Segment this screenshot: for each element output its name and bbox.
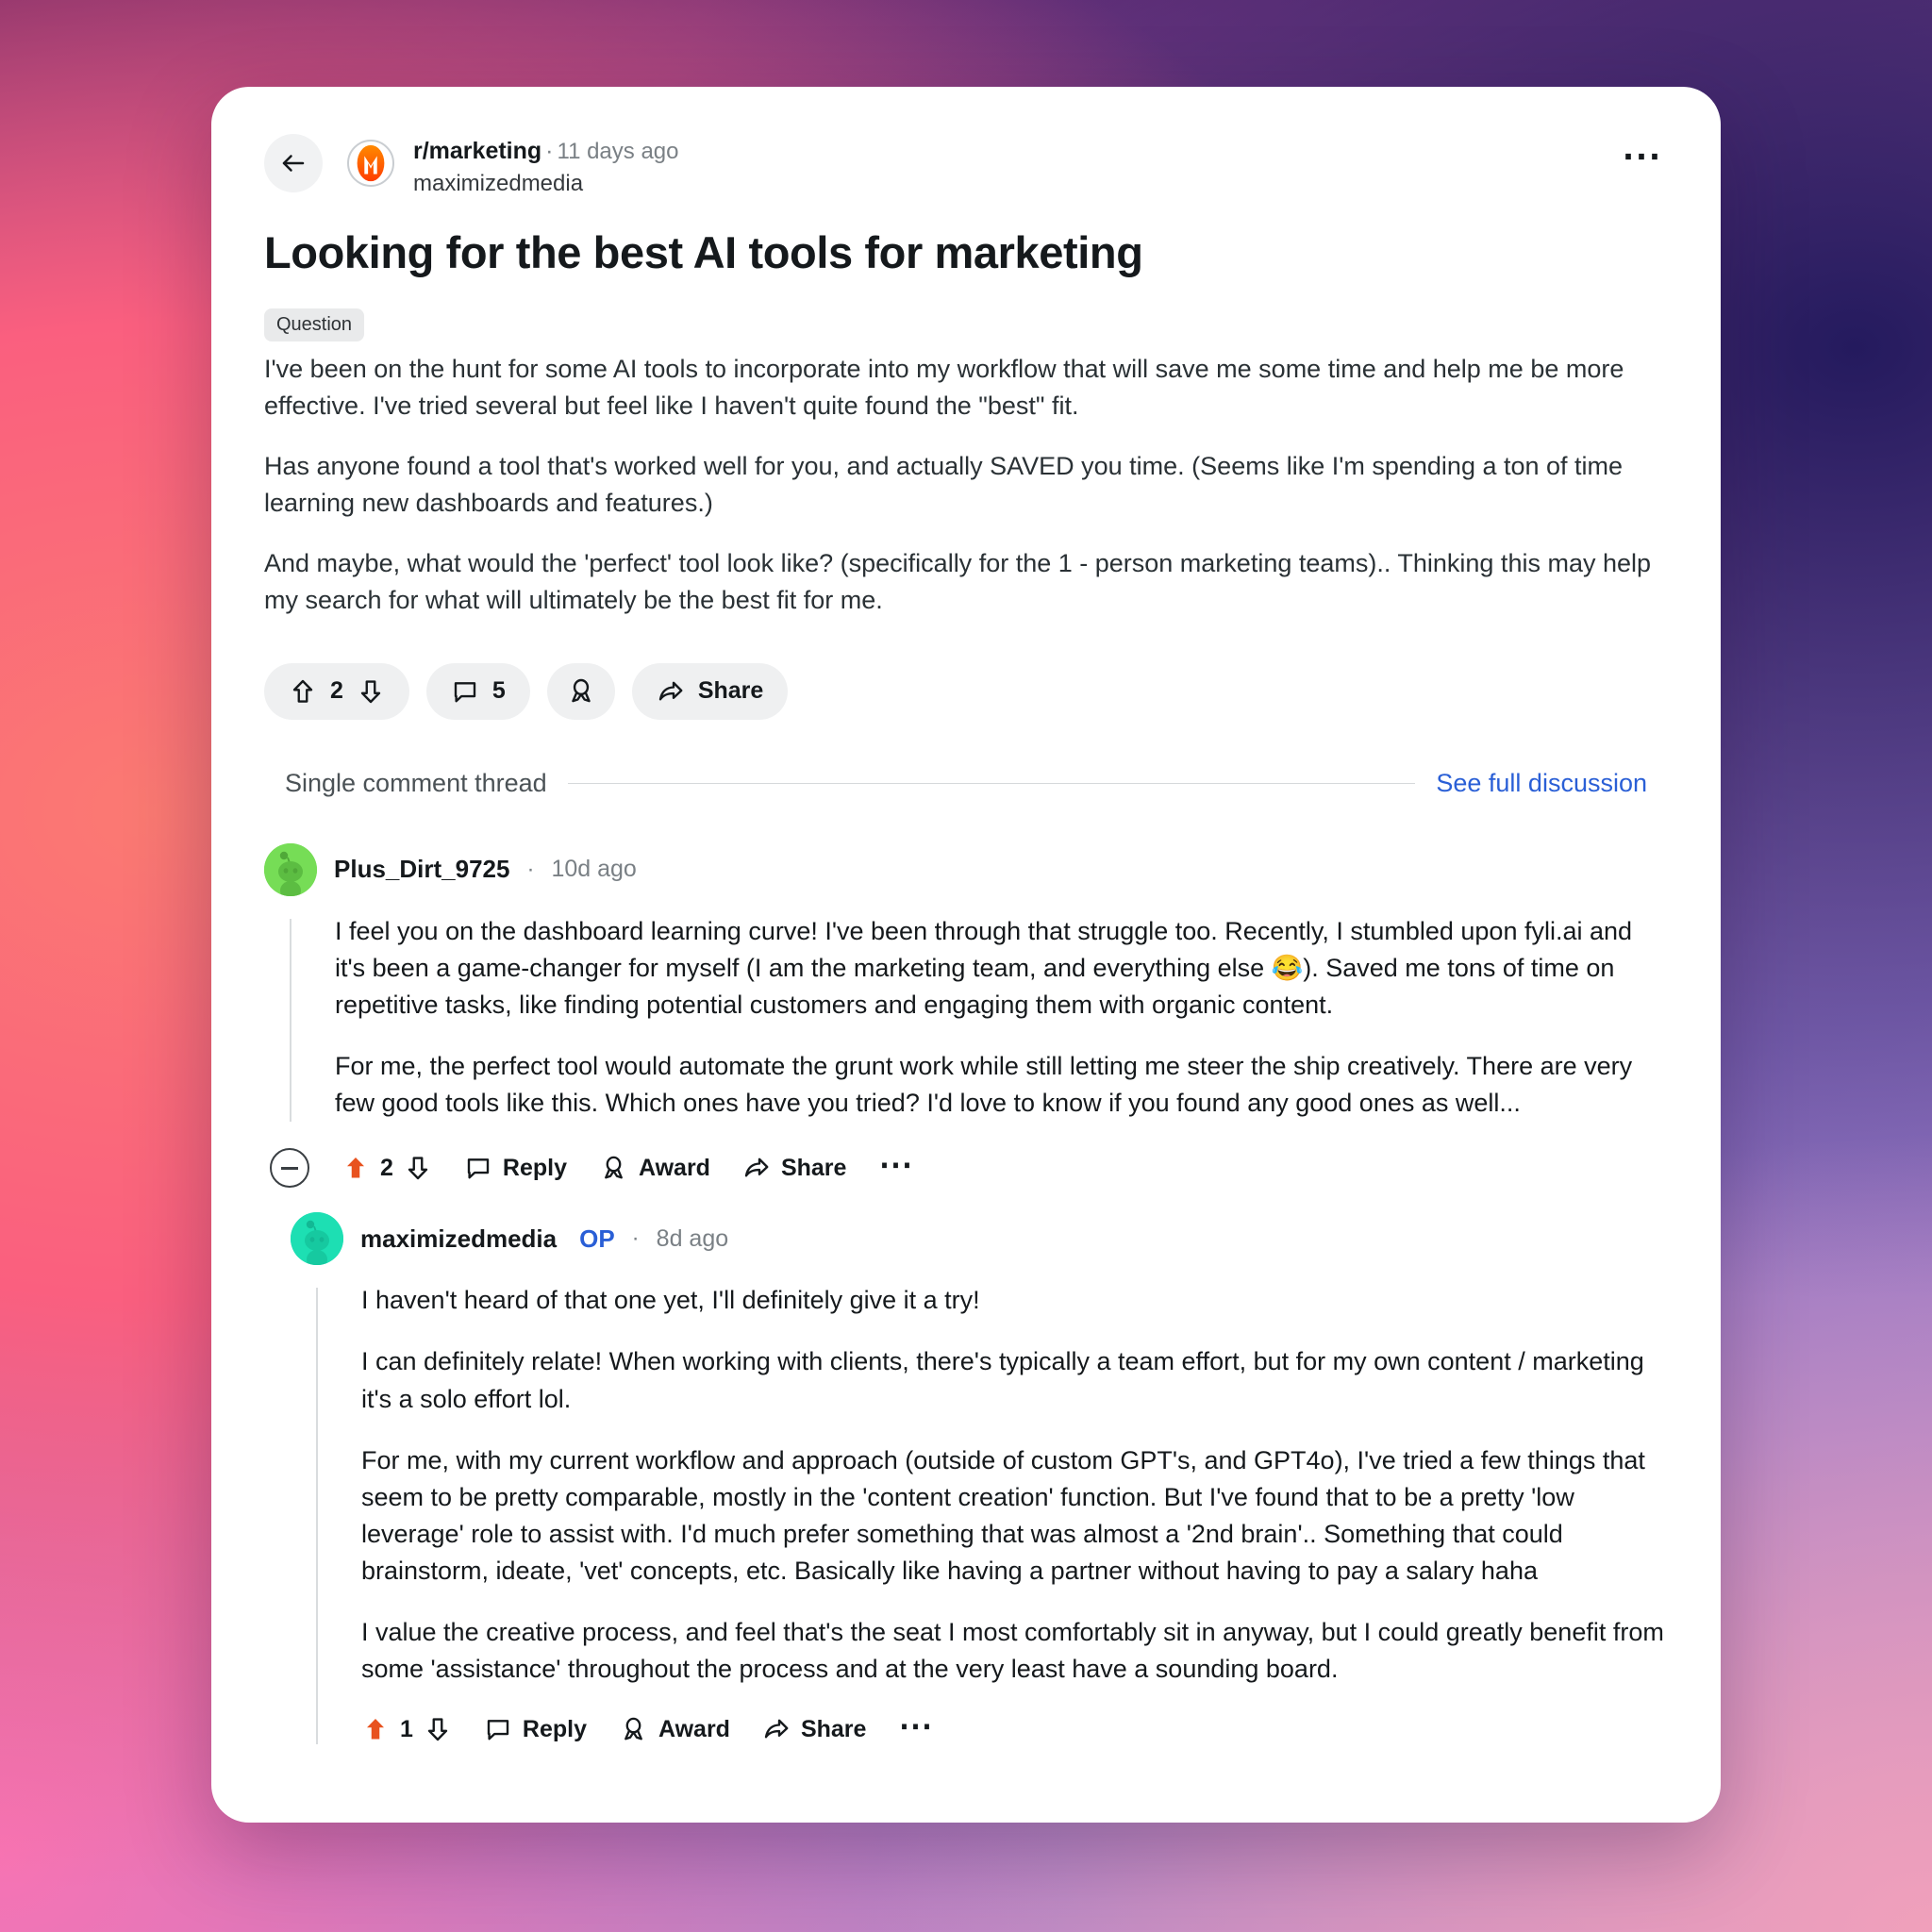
- comment-vote-group[interactable]: 2: [341, 1154, 432, 1182]
- reply-paragraph: I haven't heard of that one yet, I'll de…: [361, 1286, 980, 1315]
- post-title: Looking for the best AI tools for market…: [264, 226, 1143, 277]
- reddit-snoo-avatar-teal: [291, 1212, 343, 1266]
- comment-list: Plus_Dirt_9725 · 10d ago I feel you on t…: [264, 842, 1668, 1744]
- comment-reply-button[interactable]: Reply: [464, 1154, 567, 1182]
- thread-divider-line: [567, 782, 1416, 784]
- reply-paragraph: I can definitely relate! When working wi…: [361, 1347, 1644, 1413]
- comment-body: I feel you on the dashboard learning cur…: [335, 913, 1668, 1123]
- back-button[interactable]: [264, 134, 323, 192]
- reply-award-label: Award: [658, 1715, 730, 1742]
- share-arrow-icon: [764, 1719, 789, 1739]
- meta-separator: ·: [545, 138, 554, 164]
- comment-item: maximizedmedia OP · 8d ago I haven't hea…: [264, 1212, 1668, 1744]
- comment-action-bar: 2 Reply Award Share ⋯: [270, 1146, 1668, 1189]
- post-overflow-menu-button[interactable]: ⋯: [1622, 136, 1664, 175]
- post-comment-count: 5: [491, 677, 506, 705]
- post-paragraph: And maybe, what would the 'perfect' tool…: [264, 549, 1652, 615]
- comment-share-button[interactable]: Share: [742, 1154, 846, 1182]
- comment-reply-label: Reply: [502, 1154, 567, 1181]
- post-body: I've been on the hunt for some AI tools …: [264, 351, 1668, 620]
- comment-avatar[interactable]: [264, 842, 317, 896]
- post-action-bar: 2 5 Share: [264, 662, 1668, 720]
- comment-share-label: Share: [780, 1154, 847, 1181]
- post-award-button[interactable]: [546, 662, 615, 720]
- comment-author[interactable]: Plus_Dirt_9725: [334, 855, 509, 884]
- comment-avatar[interactable]: [291, 1212, 343, 1266]
- award-medal-icon: [625, 1717, 642, 1740]
- upvote-arrow-filled-icon[interactable]: [361, 1715, 390, 1743]
- comment-bubble-icon: [467, 1158, 490, 1179]
- comment-age: 10d ago: [551, 856, 637, 883]
- share-arrow-icon: [658, 681, 683, 700]
- reply-vote-count: 1: [400, 1715, 413, 1742]
- thread-label: Single comment thread: [285, 768, 547, 797]
- comment-award-button[interactable]: Award: [599, 1154, 710, 1183]
- reply-body: I haven't heard of that one yet, I'll de…: [361, 1282, 1668, 1688]
- post-age: 11 days ago: [557, 139, 679, 164]
- upvote-arrow-icon[interactable]: [289, 677, 317, 706]
- comment-meta-separator: ·: [526, 856, 535, 882]
- reply-share-button[interactable]: Share: [762, 1715, 866, 1743]
- comment-bubble-icon: [454, 681, 476, 702]
- collapse-thread-button[interactable]: [270, 1148, 309, 1189]
- op-badge: OP: [579, 1224, 615, 1253]
- reply-age: 8d ago: [656, 1224, 729, 1252]
- reply-author[interactable]: maximizedmedia: [360, 1224, 557, 1254]
- reply-overflow-menu-button[interactable]: ⋯: [898, 1707, 934, 1742]
- award-medal-icon: [572, 678, 591, 702]
- post-meta: r/marketing · 11 days ago maximizedmedia: [413, 136, 679, 199]
- reply-paragraph: For me, with my current workflow and app…: [361, 1445, 1645, 1586]
- downvote-arrow-icon[interactable]: [357, 677, 385, 706]
- comment-award-label: Award: [639, 1154, 710, 1181]
- reply-thread-indent: I haven't heard of that one yet, I'll de…: [316, 1282, 1668, 1744]
- reply-meta-separator: ·: [631, 1225, 640, 1252]
- comment-paragraph: For me, the perfect tool would automate …: [335, 1051, 1633, 1118]
- reddit-snoo-avatar-green: [264, 842, 317, 896]
- post-flair-badge[interactable]: Question: [264, 308, 365, 341]
- post-comments-pill[interactable]: 5: [425, 662, 530, 720]
- comment-thread-indent: I feel you on the dashboard learning cur…: [290, 913, 1668, 1123]
- back-arrow-icon: [282, 155, 305, 172]
- subreddit-name[interactable]: r/marketing: [413, 138, 541, 164]
- post-header: r/marketing · 11 days ago maximizedmedia ⋯: [264, 128, 1668, 199]
- collapse-thread-icon: [281, 1167, 298, 1170]
- reply-action-bar: 1 Reply Award Share ⋯: [361, 1707, 1668, 1744]
- upvote-arrow-filled-icon[interactable]: [341, 1154, 370, 1182]
- comment-overflow-menu-button[interactable]: ⋯: [878, 1146, 914, 1181]
- reply-vote-group[interactable]: 1: [361, 1715, 452, 1743]
- post-paragraph: Has anyone found a tool that's worked we…: [264, 452, 1624, 518]
- award-medal-icon: [605, 1156, 623, 1179]
- post-vote-pill[interactable]: 2: [264, 662, 409, 720]
- comment-item: Plus_Dirt_9725 · 10d ago I feel you on t…: [264, 842, 1668, 1744]
- reply-reply-button[interactable]: Reply: [484, 1715, 587, 1743]
- reply-award-button[interactable]: Award: [619, 1715, 730, 1744]
- reply-share-label: Share: [800, 1715, 867, 1742]
- downvote-arrow-icon[interactable]: [404, 1154, 432, 1182]
- post-card: r/marketing · 11 days ago maximizedmedia ⋯…: [211, 87, 1721, 1823]
- post-share-label: Share: [697, 677, 764, 705]
- reply-reply-label: Reply: [522, 1715, 587, 1742]
- comment-paragraph: I feel you on the dashboard learning cur…: [335, 916, 1633, 1019]
- share-arrow-icon: [744, 1158, 769, 1177]
- post-vote-count: 2: [330, 677, 343, 705]
- reply-paragraph: I value the creative process, and feel t…: [361, 1618, 1664, 1684]
- downvote-arrow-icon[interactable]: [424, 1715, 452, 1743]
- see-full-discussion-link[interactable]: See full discussion: [1436, 769, 1647, 798]
- post-paragraph: I've been on the hunt for some AI tools …: [264, 354, 1624, 420]
- marketing-logo-icon: [357, 144, 385, 182]
- comment-header: maximizedmedia OP · 8d ago: [291, 1212, 1668, 1266]
- post-author[interactable]: maximizedmedia: [413, 169, 679, 199]
- thread-divider-row: Single comment thread See full discussio…: [264, 769, 1668, 798]
- comment-vote-count: 2: [380, 1154, 393, 1181]
- comment-header: Plus_Dirt_9725 · 10d ago: [264, 842, 1668, 896]
- subreddit-avatar[interactable]: [347, 140, 394, 187]
- post-share-button[interactable]: Share: [631, 662, 789, 720]
- comment-bubble-icon: [487, 1720, 509, 1740]
